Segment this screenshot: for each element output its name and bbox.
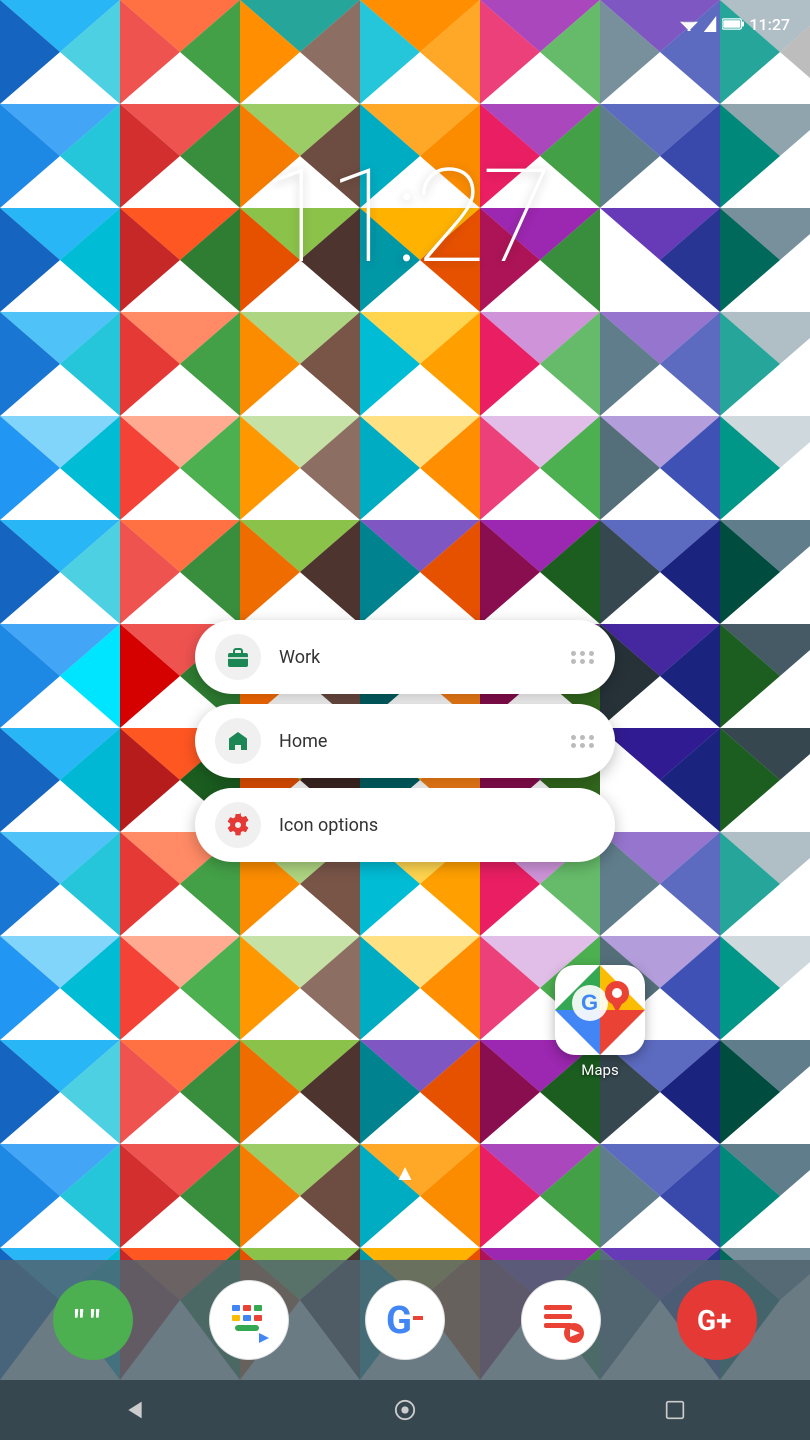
- dock-app-gplus[interactable]: G+: [677, 1280, 757, 1360]
- context-menu: Work Home Icon options: [195, 620, 615, 862]
- maps-app-container[interactable]: G Maps: [555, 965, 645, 1079]
- dock-app-google[interactable]: G: [365, 1280, 445, 1360]
- svg-text:": ": [74, 1303, 84, 1341]
- dock-app-gboard[interactable]: [209, 1280, 289, 1360]
- dock-app-hangouts[interactable]: " ": [53, 1280, 133, 1360]
- nav-bar: [0, 1380, 810, 1440]
- svg-text:": ": [90, 1303, 100, 1341]
- menu-item-home[interactable]: Home: [195, 704, 615, 778]
- svg-text:G: G: [386, 1299, 412, 1343]
- settings-icon: [226, 813, 250, 837]
- battery-icon: [722, 17, 744, 31]
- svg-text:G+: G+: [697, 1304, 731, 1337]
- clock-widget: 11:27: [0, 140, 810, 293]
- clock-display: 11:27: [261, 140, 549, 293]
- recents-button[interactable]: [655, 1390, 695, 1430]
- home-icon-circle: [215, 718, 261, 764]
- up-arrow[interactable]: ▲: [394, 1160, 416, 1186]
- dock: " " G: [0, 1260, 810, 1380]
- icon-options-label: Icon options: [279, 815, 595, 836]
- back-button[interactable]: [115, 1390, 155, 1430]
- status-bar: 11:27: [0, 0, 810, 48]
- settings-icon-circle: [215, 802, 261, 848]
- work-icon-circle: [215, 634, 261, 680]
- work-dots: [571, 651, 595, 664]
- maps-app-icon[interactable]: G: [555, 965, 645, 1055]
- menu-item-work[interactable]: Work: [195, 620, 615, 694]
- menu-item-icon-options[interactable]: Icon options: [195, 788, 615, 862]
- home-icon: [226, 729, 250, 753]
- status-time: 11:27: [749, 15, 790, 34]
- status-icons: 11:27: [680, 15, 790, 34]
- signal-icon: [703, 16, 717, 32]
- home-button[interactable]: [385, 1390, 425, 1430]
- wifi-icon: [680, 17, 698, 31]
- maps-app-label: Maps: [581, 1061, 618, 1079]
- dock-app-youtube[interactable]: [521, 1280, 601, 1360]
- home-label: Home: [279, 731, 553, 752]
- work-label: Work: [279, 647, 553, 668]
- home-dots: [571, 735, 595, 748]
- svg-text:G: G: [581, 990, 598, 1015]
- briefcase-icon: [226, 645, 250, 669]
